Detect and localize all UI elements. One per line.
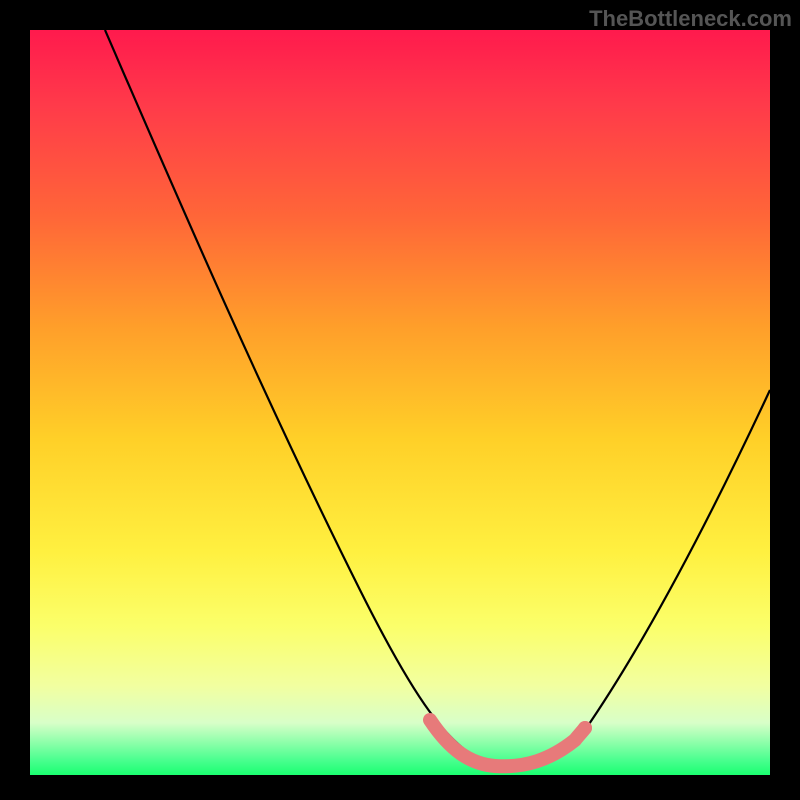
chart-svg	[30, 30, 770, 775]
curve-highlight	[430, 720, 585, 766]
mismatch-curve-line	[105, 30, 770, 766]
highlight-start-marker	[424, 714, 436, 726]
highlight-end-marker	[578, 721, 592, 735]
chart-plot-area	[30, 30, 770, 775]
chart-frame: TheBottleneck.com	[0, 0, 800, 800]
watermark-text: TheBottleneck.com	[589, 6, 792, 32]
